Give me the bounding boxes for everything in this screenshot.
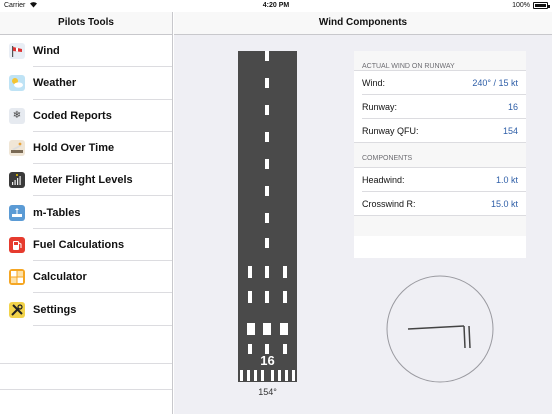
wind-table: ACTUAL WIND ON RUNWAY Wind: 240° / 15 kt… xyxy=(354,51,526,258)
list-divider xyxy=(0,389,172,390)
calculator-icon xyxy=(9,269,25,286)
battery-percent: 100% xyxy=(512,2,530,9)
sidebar-item-weather[interactable]: Weather xyxy=(0,67,172,100)
sidebar-item-label: Meter Flight Levels xyxy=(33,174,133,187)
sidebar-item-hold-over-time[interactable]: Hold Over Time xyxy=(0,132,172,165)
sidebar-item-label: Fuel Calculations xyxy=(33,238,125,251)
runway-number: 16 xyxy=(260,353,275,368)
sidebar-item-calculator[interactable]: Calculator xyxy=(0,261,172,294)
crosswind-value: 15.0 kt xyxy=(490,199,518,209)
sidebar-item-label: Settings xyxy=(33,303,77,316)
runway-diagram: 16 xyxy=(238,51,297,382)
deicing-icon xyxy=(9,140,25,157)
weather-icon xyxy=(9,75,25,92)
sidebar-item-label: Wind xyxy=(33,45,60,58)
sidebar-menu: Wind Weather ❄ Coded Reports Hold Over T… xyxy=(0,35,172,326)
section-header: ACTUAL WIND ON RUNWAY xyxy=(354,51,526,71)
altimeter-icon xyxy=(9,172,25,189)
wind-barb xyxy=(463,325,471,349)
row-label: Crosswind R: xyxy=(362,199,416,209)
status-time: 4:20 PM xyxy=(262,2,290,9)
wind-indicator xyxy=(386,275,494,383)
sidebar-item-m-tables[interactable]: m-Tables xyxy=(0,196,172,230)
wind-vector-line xyxy=(407,325,465,330)
sidebar-item-label: Hold Over Time xyxy=(33,142,115,155)
table-row[interactable]: Runway: 16 xyxy=(354,95,526,119)
battery-icon xyxy=(533,2,550,9)
sidebar-item-coded-reports[interactable]: ❄ Coded Reports xyxy=(0,100,172,133)
meter-table-icon xyxy=(9,204,25,221)
row-label: Headwind: xyxy=(362,175,405,185)
fuel-pump-icon xyxy=(9,236,25,253)
sidebar-item-wind[interactable]: Wind xyxy=(0,35,172,68)
table-row: Headwind: 1.0 kt xyxy=(354,168,526,192)
table-row: Crosswind R: 15.0 kt xyxy=(354,192,526,216)
sidebar: Pilots Tools Wind Weather ❄ Coded Report… xyxy=(0,12,173,414)
sidebar-item-settings[interactable]: Settings xyxy=(0,293,172,326)
table-row[interactable]: Wind: 240° / 15 kt xyxy=(354,71,526,95)
row-label: Runway: xyxy=(362,102,398,112)
detail-pane: Wind Components 16 154° ACTUAL WIND ON R… xyxy=(174,12,552,414)
headwind-value: 1.0 kt xyxy=(495,175,518,185)
compass-ring xyxy=(386,275,494,383)
windsock-icon xyxy=(9,43,25,60)
status-bar: Carrier 4:20 PM 100% xyxy=(0,0,552,12)
runway-heading-label: 154° xyxy=(258,387,277,397)
sidebar-item-label: m-Tables xyxy=(33,206,81,219)
runway-value[interactable]: 16 xyxy=(508,102,518,112)
sidebar-item-label: Coded Reports xyxy=(33,109,112,122)
row-label: Runway QFU: xyxy=(362,126,419,136)
sidebar-title: Pilots Tools xyxy=(0,12,172,35)
sidebar-item-meter-flight-levels[interactable]: Meter Flight Levels xyxy=(0,164,172,197)
runway-markings xyxy=(240,51,295,381)
sidebar-item-label: Weather xyxy=(33,77,77,90)
section-header: COMPONENTS xyxy=(354,143,526,168)
snowflake-icon: ❄ xyxy=(9,107,25,124)
row-label: Wind: xyxy=(362,78,386,88)
page-title: Wind Components xyxy=(174,12,552,35)
runway-qfu-value[interactable]: 154 xyxy=(503,126,518,136)
sidebar-item-fuel-calculations[interactable]: Fuel Calculations xyxy=(0,229,172,262)
tools-icon xyxy=(9,301,25,318)
list-divider xyxy=(0,363,172,364)
table-row[interactable]: Runway QFU: 154 xyxy=(354,119,526,143)
table-footer xyxy=(354,216,526,236)
wind-value[interactable]: 240° / 15 kt xyxy=(472,78,518,88)
sidebar-item-label: Calculator xyxy=(33,271,87,284)
